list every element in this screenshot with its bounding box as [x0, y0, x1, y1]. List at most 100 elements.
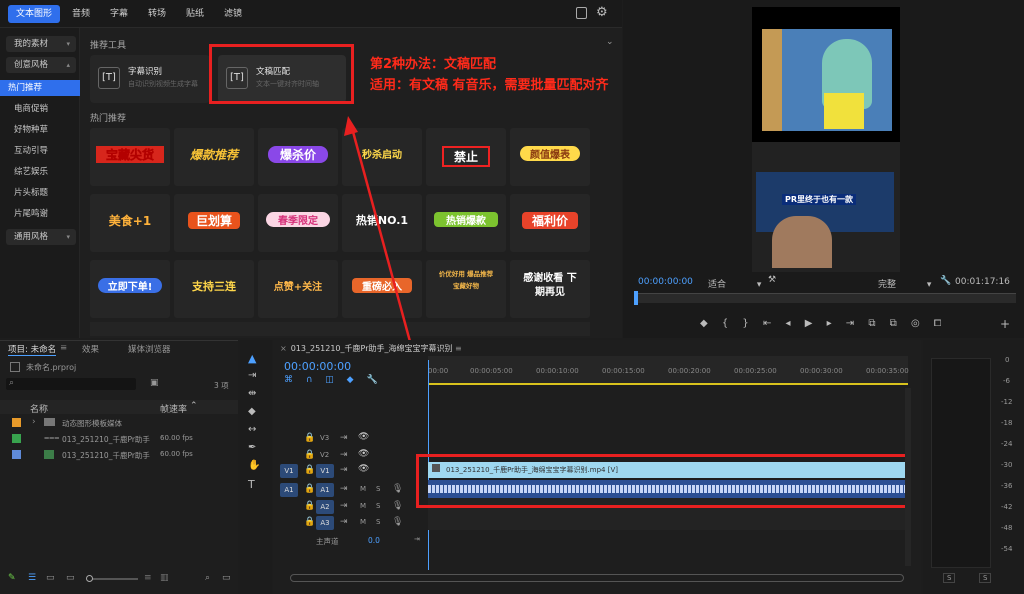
eye-icon[interactable]: 👁	[358, 464, 369, 474]
razor-icon[interactable]: ◆	[248, 406, 256, 417]
sync-icon[interactable]: ⇥	[340, 465, 348, 475]
add-button[interactable]: +	[1000, 317, 1010, 331]
search-input[interactable]: ⌕	[6, 378, 136, 390]
freeform-view-icon[interactable]: ▭	[66, 573, 75, 583]
close-icon[interactable]: ×	[280, 344, 287, 353]
master-volume[interactable]: 0.0	[368, 536, 380, 545]
jump-end-icon[interactable]: ⇥	[414, 535, 420, 543]
meter-label: -6	[1003, 377, 1010, 385]
sync-icon[interactable]: ⇥	[340, 433, 348, 443]
eye-icon[interactable]: 👁	[358, 432, 369, 442]
solo-button[interactable]: S	[376, 485, 380, 493]
list-view-icon[interactable]: ☰	[28, 573, 36, 583]
door	[762, 29, 782, 131]
track-a3-lane[interactable]	[428, 514, 908, 530]
lock-icon[interactable]: 🔒	[304, 501, 315, 511]
mute-button[interactable]: M	[360, 518, 366, 526]
menu-icon[interactable]: ≡	[455, 344, 462, 353]
track-label[interactable]: A2	[316, 500, 334, 514]
table-row[interactable]: › 动态图形模板媒体	[0, 416, 238, 430]
wrench-icon[interactable]: ⚒	[768, 275, 776, 285]
hand-icon[interactable]: ✋	[248, 460, 260, 471]
table-row[interactable]: ⩶ 013_251210_千鹿Pr助手 60.00 fps	[0, 432, 238, 446]
work-area-bar[interactable]	[428, 383, 908, 385]
menu-icon[interactable]: ≡	[60, 343, 67, 353]
preview-scrubber[interactable]	[634, 291, 1016, 305]
col-name[interactable]: 名称	[30, 402, 48, 415]
sequence-title: 013_251210_千鹿Pr助手_海绵宝宝字幕识别	[290, 344, 453, 353]
ruler-label: 00:00:25:00	[734, 367, 777, 375]
tab-media-browser[interactable]: 媒体浏览器	[128, 343, 171, 355]
mic-icon[interactable]: 🎙	[392, 517, 403, 527]
tab-project[interactable]: 项目: 未命名	[8, 343, 57, 356]
table-row[interactable]: 013_251210_千鹿Pr助手 60.00 fps	[0, 448, 238, 462]
solo-left-button[interactable]: S	[943, 573, 956, 583]
lock-icon[interactable]: 🔒	[304, 433, 315, 443]
pen-icon[interactable]: ✒	[248, 442, 256, 453]
transport-controls[interactable]: ◆ { } ⇤ ◂ ▶ ▸ ⇥ ⧉ ⧉ ◎ ⧠	[700, 318, 941, 329]
timeline-timecode[interactable]: 00:00:00:00	[284, 360, 351, 373]
lock-icon[interactable]: 🔒	[304, 517, 315, 527]
track-label[interactable]: V1	[316, 464, 334, 478]
project-filename: 未命名.prproj	[26, 363, 77, 372]
pr-screenshot: PR里终于也有一款	[752, 142, 900, 272]
track-label[interactable]: A3	[316, 516, 334, 530]
ripple-edit-icon[interactable]: ⇹	[248, 388, 256, 399]
project-file-icon	[10, 362, 20, 372]
zoom-slider-handle[interactable]	[86, 575, 93, 582]
timeline-tab[interactable]: × 013_251210_千鹿Pr助手_海绵宝宝字幕识别 ≡	[280, 343, 462, 354]
person	[772, 216, 832, 268]
source-patch-v1[interactable]: V1	[280, 464, 298, 478]
mic-icon[interactable]: 🎙	[392, 501, 403, 511]
solo-button[interactable]: S	[376, 502, 380, 510]
row-name: 013_251210_千鹿Pr助手	[62, 451, 150, 460]
lock-icon[interactable]: 🔒	[304, 450, 315, 460]
quality-select[interactable]: 完整 ▾	[878, 277, 931, 290]
meter-label: -48	[1001, 524, 1013, 532]
sync-icon[interactable]: ⇥	[340, 517, 348, 527]
tab-effects[interactable]: 效果	[82, 343, 99, 355]
zoom-slider[interactable]	[86, 575, 138, 582]
video-preview[interactable]: PR里终于也有一款	[752, 7, 900, 272]
selection-tool-icon[interactable]: ▲	[248, 352, 256, 365]
solo-button[interactable]: S	[376, 518, 380, 526]
lock-icon[interactable]: 🔒	[304, 465, 315, 475]
mute-button[interactable]: M	[360, 485, 366, 493]
sync-icon[interactable]: ⇥	[340, 484, 348, 494]
row-fps: 60.00 fps	[160, 450, 193, 458]
sync-icon[interactable]: ⇥	[340, 450, 348, 460]
tools-panel: ▲ ⇥ ⇹ ◆ ↔ ✒ ✋ T	[240, 340, 272, 594]
eye-icon[interactable]: 👁	[358, 449, 369, 459]
folder-icon[interactable]: ▣	[150, 378, 159, 388]
sort-icon[interactable]: ≡	[144, 573, 152, 583]
fit-select[interactable]: 适合 ▾	[708, 277, 761, 290]
sync-icon[interactable]: ⇥	[340, 501, 348, 511]
character-spongebob	[824, 93, 864, 129]
mute-button[interactable]: M	[360, 502, 366, 510]
timeline-tools[interactable]: ⌘ ∩ ◫ ◆ 🔧	[284, 375, 378, 385]
master-label: 主声道	[316, 537, 339, 546]
meter-label: -12	[1001, 398, 1013, 406]
playhead[interactable]	[634, 291, 638, 305]
track-header-a1: A1 🔒 A1 ⇥ M S 🎙	[278, 482, 426, 498]
chevron-right-icon[interactable]: ›	[32, 417, 36, 427]
meter-bars	[931, 358, 991, 568]
mic-icon[interactable]: 🎙	[392, 484, 403, 494]
type-tool-icon[interactable]: T	[248, 478, 255, 491]
sort-up-icon[interactable]: ⌃	[190, 401, 198, 411]
horizontal-scrollbar[interactable]	[290, 574, 904, 582]
wrench-icon[interactable]: 🔧	[940, 276, 951, 286]
solo-right-button[interactable]: S	[979, 573, 992, 583]
lock-icon[interactable]: 🔒	[304, 484, 315, 494]
track-select-icon[interactable]: ⇥	[248, 370, 256, 381]
vertical-scrollbar[interactable]	[905, 388, 911, 566]
track-label[interactable]: A1	[316, 483, 334, 497]
icon-view-icon[interactable]: ▭	[46, 573, 55, 583]
new-bin-icon[interactable]: ▭	[222, 573, 231, 583]
col-fps[interactable]: 帧速率	[160, 402, 187, 415]
search-icon[interactable]: ⌕	[205, 573, 210, 583]
slip-icon[interactable]: ↔	[248, 424, 256, 435]
source-patch-a1[interactable]: A1	[280, 483, 298, 497]
pencil-icon[interactable]: ✎	[8, 573, 16, 583]
automate-icon[interactable]: ▥	[160, 573, 169, 583]
